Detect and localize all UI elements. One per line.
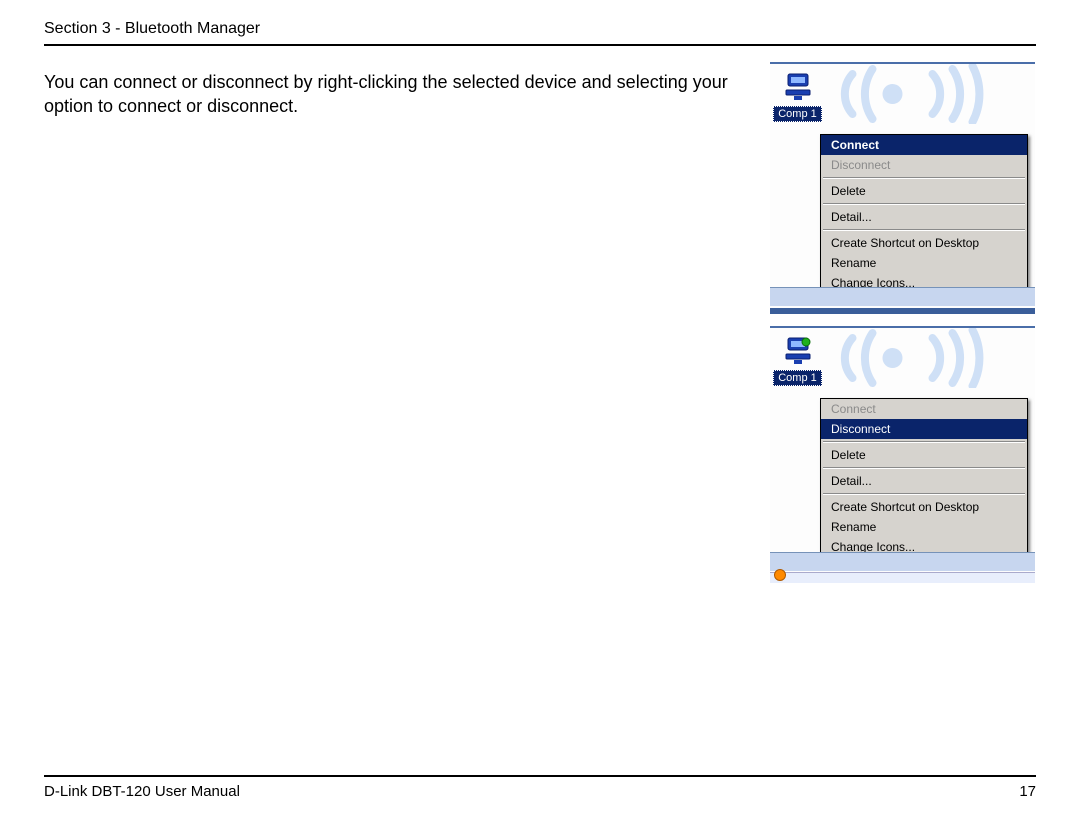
device-label[interactable]: Comp 1 xyxy=(773,370,822,386)
titlebar-strip xyxy=(770,308,1035,314)
manual-title: D-Link DBT-120 User Manual xyxy=(44,783,240,800)
header-divider xyxy=(44,44,1036,46)
screenshot-disconnect: Comp 1 Connect Disconnect Delete Detail.… xyxy=(770,326,1035,583)
menu-separator xyxy=(823,467,1025,469)
page-header: Section 3 - Bluetooth Manager xyxy=(44,20,1036,54)
menu-item-shortcut[interactable]: Create Shortcut on Desktop xyxy=(821,497,1027,517)
menu-separator xyxy=(823,493,1025,495)
footer-divider xyxy=(44,775,1036,777)
tray-indicator-icon xyxy=(774,569,786,581)
menu-item-delete[interactable]: Delete xyxy=(821,181,1027,201)
menu-item-disconnect[interactable]: Disconnect xyxy=(821,419,1027,439)
menu-item-connect[interactable]: Connect xyxy=(821,135,1027,155)
bottom-strip xyxy=(770,572,1035,583)
menu-separator xyxy=(823,203,1025,205)
menu-item-detail[interactable]: Detail... xyxy=(821,207,1027,227)
menu-item-rename[interactable]: Rename xyxy=(821,517,1027,537)
menu-item-disconnect: Disconnect xyxy=(821,155,1027,175)
bluetooth-waves-icon xyxy=(830,64,1035,124)
screenshot-body: Comp 1 Connect Disconnect Delete Detail.… xyxy=(770,64,1035,314)
computer-icon[interactable] xyxy=(784,72,812,102)
page-number: 17 xyxy=(1019,783,1036,800)
menu-separator xyxy=(823,441,1025,443)
screenshot-body: Comp 1 Connect Disconnect Delete Detail.… xyxy=(770,328,1035,583)
menu-separator xyxy=(823,229,1025,231)
context-menu: Connect Disconnect Delete Detail... Crea… xyxy=(820,134,1028,294)
context-menu: Connect Disconnect Delete Detail... Crea… xyxy=(820,398,1028,558)
computer-connected-icon[interactable] xyxy=(784,336,812,366)
status-strip xyxy=(770,552,1035,571)
menu-item-connect: Connect xyxy=(821,399,1027,419)
menu-separator xyxy=(823,177,1025,179)
page-footer: D-Link DBT-120 User Manual 17 xyxy=(44,767,1036,800)
menu-item-shortcut[interactable]: Create Shortcut on Desktop xyxy=(821,233,1027,253)
menu-item-delete[interactable]: Delete xyxy=(821,445,1027,465)
menu-item-rename[interactable]: Rename xyxy=(821,253,1027,273)
body-paragraph: You can connect or disconnect by right-c… xyxy=(44,70,764,119)
device-area: Comp 1 xyxy=(770,328,825,386)
status-strip xyxy=(770,287,1035,306)
device-label[interactable]: Comp 1 xyxy=(773,106,822,122)
page: Section 3 - Bluetooth Manager You can co… xyxy=(0,0,1080,834)
section-title: Section 3 - Bluetooth Manager xyxy=(44,20,1036,38)
screenshot-connect: Comp 1 Connect Disconnect Delete Detail.… xyxy=(770,62,1035,314)
bluetooth-waves-icon xyxy=(830,328,1035,388)
footer-row: D-Link DBT-120 User Manual 17 xyxy=(44,783,1036,800)
menu-item-detail[interactable]: Detail... xyxy=(821,471,1027,491)
device-area: Comp 1 xyxy=(770,64,825,122)
